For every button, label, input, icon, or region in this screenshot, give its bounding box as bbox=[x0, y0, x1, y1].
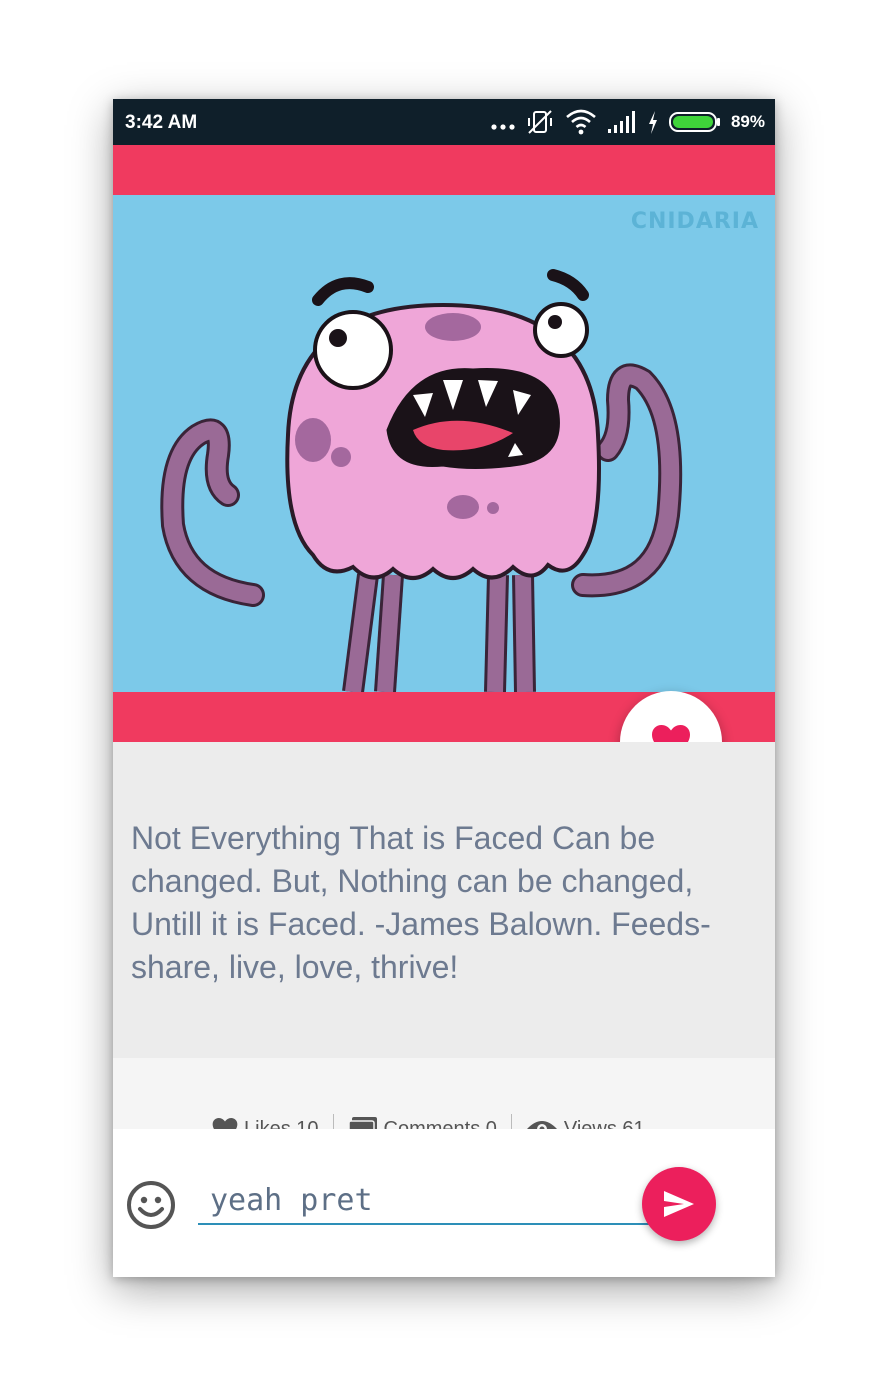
heart-icon bbox=[212, 1117, 238, 1129]
views-count: Views 61 bbox=[563, 1117, 645, 1130]
status-icons: 89% bbox=[491, 107, 765, 137]
vibrate-off-icon bbox=[527, 110, 552, 134]
status-bar: 3:42 AM 89% bbox=[113, 99, 775, 145]
battery-percent: 89% bbox=[730, 112, 765, 131]
header-bar bbox=[113, 145, 775, 195]
comments-count: Comments 0 bbox=[383, 1117, 497, 1130]
comments-stat[interactable]: Comments 0 bbox=[334, 1116, 511, 1129]
battery-icon bbox=[668, 112, 720, 132]
status-time: 3:42 AM bbox=[125, 112, 198, 133]
send-icon bbox=[664, 1191, 694, 1217]
comment-bar bbox=[113, 1129, 775, 1277]
phone-screen: 3:42 AM 89% CNIDARIA Not Everything That… bbox=[113, 99, 775, 1277]
likes-count: Likes 10 bbox=[244, 1117, 319, 1130]
post-image[interactable]: CNIDARIA bbox=[113, 195, 775, 692]
monster-illustration bbox=[160, 269, 683, 692]
smiley-icon bbox=[127, 1181, 175, 1229]
stats-row: Likes 10 Comments 0 Views 61 bbox=[198, 1114, 659, 1129]
charging-icon bbox=[648, 111, 657, 134]
send-button[interactable] bbox=[642, 1167, 716, 1241]
quote-text: Not Everything That is Faced Can be chan… bbox=[131, 820, 711, 985]
comments-icon bbox=[347, 1117, 377, 1129]
eye-icon bbox=[526, 1121, 557, 1129]
views-stat[interactable]: Views 61 bbox=[512, 1117, 659, 1129]
stats-bar: Likes 10 Comments 0 Views 61 bbox=[113, 1058, 775, 1129]
image-watermark: CNIDARIA bbox=[630, 209, 759, 234]
more-dots-icon bbox=[491, 124, 515, 130]
comment-input[interactable] bbox=[198, 1177, 650, 1225]
wifi-icon bbox=[566, 109, 596, 135]
likes-stat[interactable]: Likes 10 bbox=[198, 1117, 333, 1129]
emoji-button[interactable] bbox=[125, 1179, 177, 1236]
signal-icon bbox=[607, 111, 635, 133]
